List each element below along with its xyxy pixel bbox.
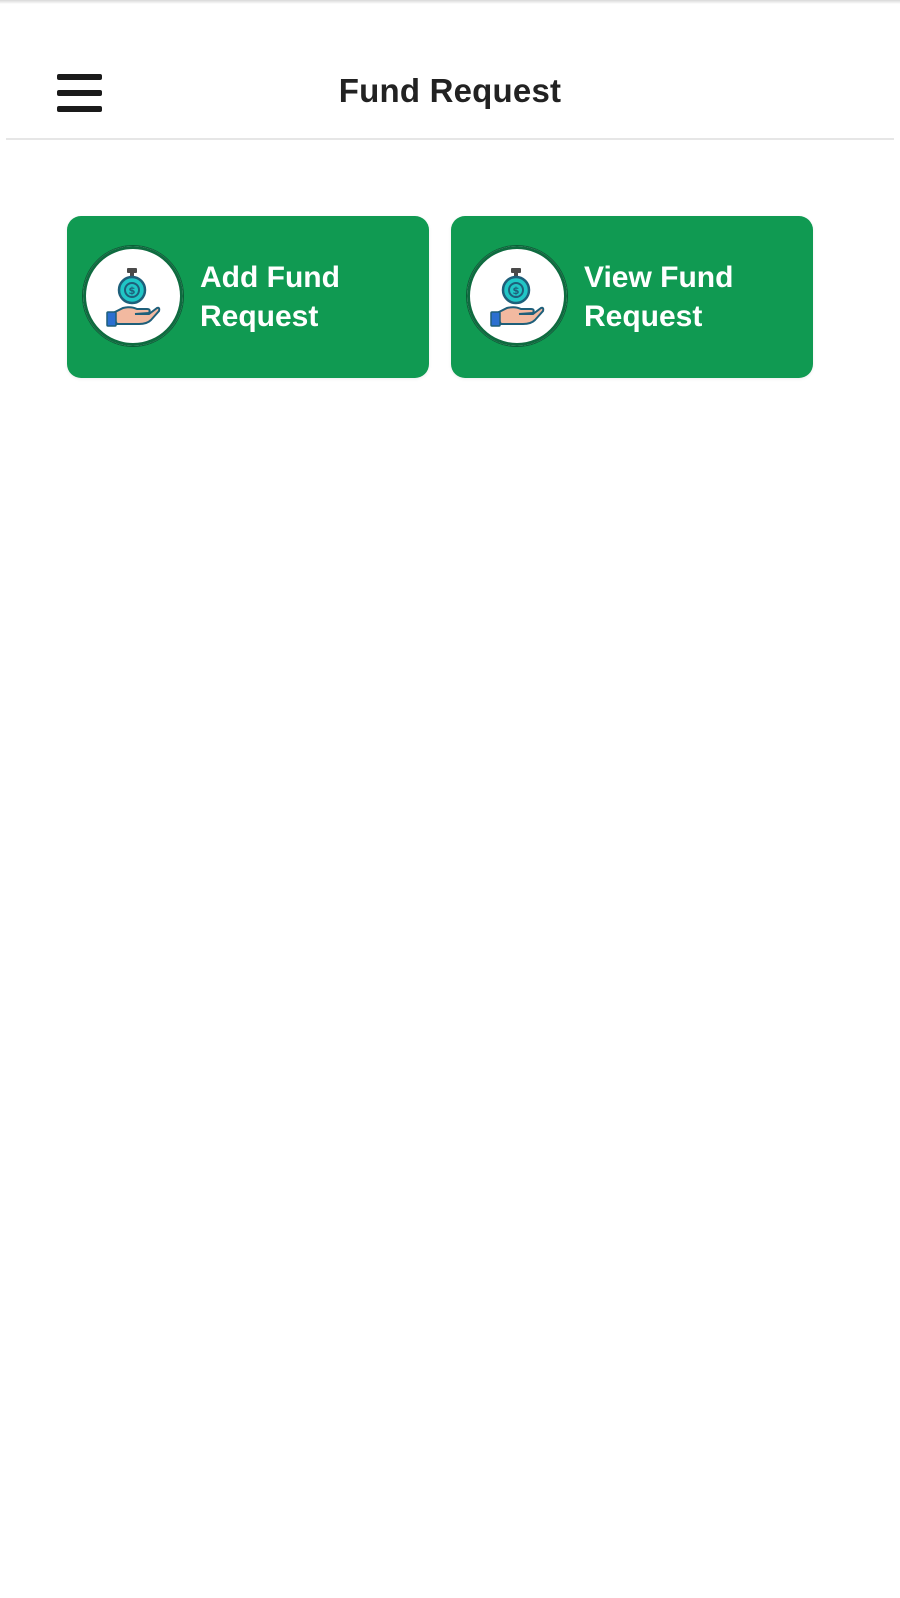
app-header: Fund Request	[0, 0, 900, 140]
view-fund-request-label: View Fund Request	[584, 261, 734, 333]
money-hand-icon: $	[83, 246, 183, 346]
svg-text:$: $	[513, 286, 520, 297]
add-fund-request-label: Add Fund Request	[200, 261, 340, 333]
page-title: Fund Request	[338, 72, 562, 109]
money-hand-icon: $	[467, 246, 567, 346]
svg-text:$: $	[129, 286, 136, 297]
view-fund-request-button[interactable]: $ View Fund Request	[451, 216, 813, 378]
add-fund-request-button[interactable]: $ Add Fund Request	[67, 216, 429, 378]
header-divider	[6, 138, 894, 140]
